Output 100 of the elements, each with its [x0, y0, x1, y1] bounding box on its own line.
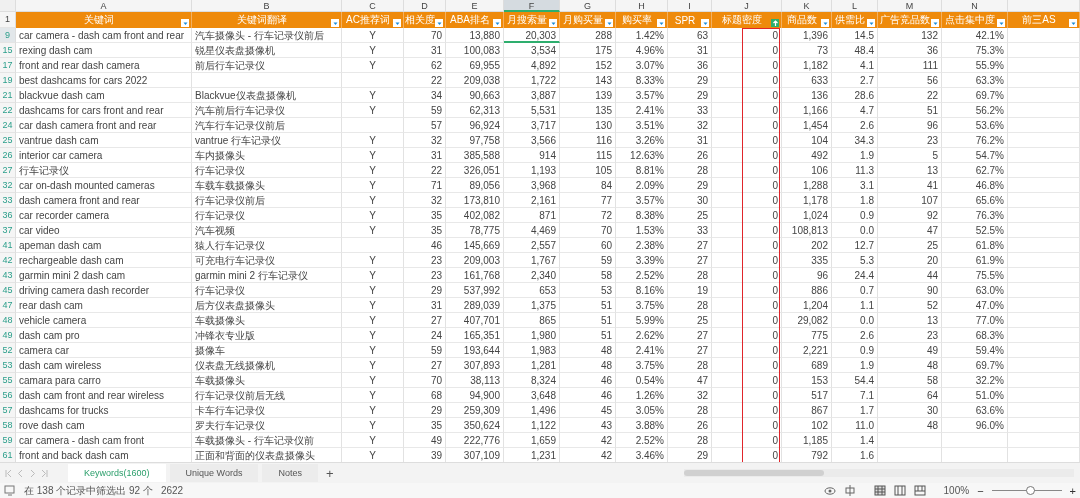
column-letter[interactable]: J	[712, 0, 782, 12]
row-number[interactable]: 47	[0, 298, 16, 313]
column-letter[interactable]: L	[832, 0, 878, 12]
row-number[interactable]: 52	[0, 343, 16, 358]
row-number[interactable]: 45	[0, 283, 16, 298]
column-letter[interactable]: N	[942, 0, 1008, 12]
first-sheet-icon[interactable]	[4, 468, 13, 478]
slider-thumb[interactable]	[1026, 486, 1036, 495]
sheet-tab[interactable]: Unique Words	[169, 464, 259, 483]
filter-icon[interactable]	[435, 19, 443, 27]
row-number[interactable]: 9	[0, 28, 16, 43]
column-letter[interactable]: G	[560, 0, 616, 12]
table-cell: 350,624	[446, 418, 504, 433]
filter-icon[interactable]	[331, 19, 339, 27]
column-letter[interactable]: B	[192, 0, 342, 12]
row-number[interactable]: 59	[0, 433, 16, 448]
table-cell: 1.8	[832, 193, 878, 208]
column-letter[interactable]: E	[446, 0, 504, 12]
table-cell: 4.96%	[616, 43, 668, 58]
table-cell: 22	[404, 163, 446, 178]
column-letter[interactable]: I	[668, 0, 712, 12]
filter-icon[interactable]	[867, 19, 875, 27]
normal-view-icon[interactable]	[873, 485, 886, 496]
filter-icon[interactable]	[493, 19, 501, 27]
row-number[interactable]: 1	[0, 12, 16, 28]
table-cell: 1.9	[832, 358, 878, 373]
column-letter[interactable]: H	[616, 0, 668, 12]
column-title: SPR	[674, 14, 696, 26]
row-number[interactable]: 22	[0, 103, 16, 118]
column-letter[interactable]: A	[16, 0, 192, 12]
row-number[interactable]: 58	[0, 418, 16, 433]
row-number[interactable]: 42	[0, 253, 16, 268]
filter-icon[interactable]	[181, 19, 189, 27]
table-cell: 1,166	[782, 103, 832, 118]
filter-icon[interactable]	[701, 19, 709, 27]
row-number[interactable]: 56	[0, 388, 16, 403]
sheet-tab[interactable]: Keywords(1600)	[68, 464, 166, 483]
row-number[interactable]: 36	[0, 208, 16, 223]
filter-icon[interactable]	[821, 19, 829, 27]
row-number[interactable]: 19	[0, 73, 16, 88]
zoom-in-button[interactable]: +	[1069, 484, 1076, 497]
row-number[interactable]: 43	[0, 268, 16, 283]
zoom-level[interactable]: 100%	[943, 485, 970, 496]
next-sheet-icon[interactable]	[28, 468, 37, 478]
row-number[interactable]: 27	[0, 163, 16, 178]
row-number[interactable]: 61	[0, 448, 16, 463]
row-number[interactable]: 48	[0, 313, 16, 328]
filter-icon[interactable]	[393, 19, 401, 27]
row-number[interactable]: 55	[0, 373, 16, 388]
filter-icon[interactable]	[657, 19, 665, 27]
horizontal-scrollbar[interactable]	[684, 469, 1074, 478]
table-cell: 可充电行车记录仪	[192, 253, 342, 268]
filter-icon[interactable]	[549, 19, 557, 27]
zoom-out-button[interactable]: −	[977, 484, 984, 497]
table-cell: 152	[560, 58, 616, 73]
filter-icon[interactable]	[1069, 19, 1077, 27]
row-number[interactable]: 37	[0, 223, 16, 238]
add-sheet-button[interactable]: +	[321, 465, 338, 481]
table-cell: 63.6%	[942, 403, 1008, 418]
table-cell: 69.7%	[942, 88, 1008, 103]
table-cell: 0.9	[832, 208, 878, 223]
row-number[interactable]: 17	[0, 58, 16, 73]
page-break-icon[interactable]	[913, 485, 926, 496]
empty-cell	[342, 118, 404, 133]
last-sheet-icon[interactable]	[40, 468, 49, 478]
row-number[interactable]: 21	[0, 88, 16, 103]
column-letter[interactable]: D	[404, 0, 446, 12]
table-cell: 0	[712, 418, 782, 433]
table-cell: camara para carro	[16, 373, 192, 388]
column-letter[interactable]: K	[782, 0, 832, 12]
table-cell: 22	[878, 88, 942, 103]
row-number[interactable]: 53	[0, 358, 16, 373]
row-number[interactable]: 49	[0, 328, 16, 343]
sheet-tab[interactable]: Notes	[262, 464, 318, 483]
page-layout-icon[interactable]	[893, 485, 906, 496]
column-letter[interactable]: F	[504, 0, 560, 12]
eye-icon[interactable]	[823, 485, 836, 496]
empty-cell	[1008, 163, 1080, 178]
filter-icon[interactable]	[605, 19, 613, 27]
row-number[interactable]: 57	[0, 403, 16, 418]
filter-icon[interactable]	[771, 19, 779, 27]
column-letter[interactable]: C	[342, 0, 404, 12]
crosshair-icon[interactable]	[843, 485, 856, 496]
monitor-icon[interactable]	[4, 485, 16, 496]
table-cell: 36	[878, 43, 942, 58]
row-number[interactable]: 25	[0, 133, 16, 148]
row-number[interactable]: 24	[0, 118, 16, 133]
filter-icon[interactable]	[997, 19, 1005, 27]
table-cell: 59	[404, 343, 446, 358]
row-number[interactable]: 15	[0, 43, 16, 58]
column-letter[interactable]: M	[878, 0, 942, 12]
previous-sheet-icon[interactable]	[16, 468, 25, 478]
row-number[interactable]: 33	[0, 193, 16, 208]
row-number[interactable]: 26	[0, 148, 16, 163]
filter-icon[interactable]	[931, 19, 939, 27]
row-number[interactable]: 32	[0, 178, 16, 193]
column-header-blank[interactable]	[1008, 0, 1080, 12]
table-cell: 53	[560, 283, 616, 298]
table-cell: garmin mini 2 dash cam	[16, 268, 192, 283]
row-number[interactable]: 41	[0, 238, 16, 253]
